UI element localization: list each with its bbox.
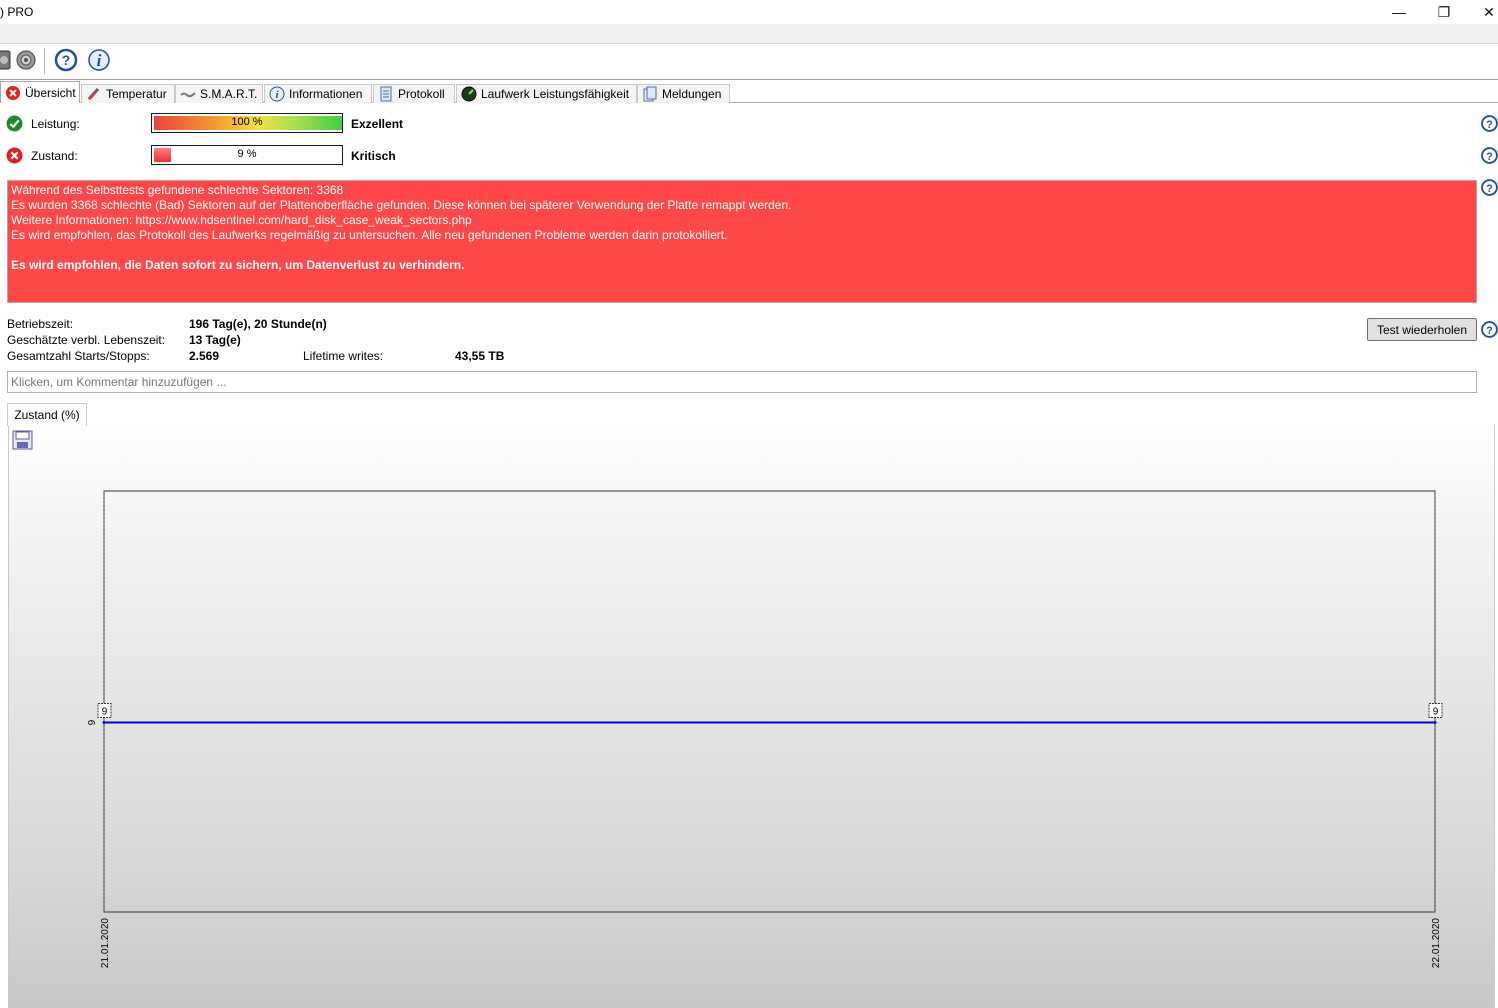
- gauge-icon: [461, 86, 477, 102]
- ok-icon: [6, 115, 23, 132]
- alert-help-icon[interactable]: ?: [1481, 179, 1498, 196]
- window-title: ) PRO: [0, 5, 34, 19]
- lifetime-writes-value: 43,55 TB: [455, 349, 505, 363]
- alert-line: Während des Selbsttests gefundene schlec…: [11, 183, 344, 197]
- restore-button[interactable]: ❐: [1421, 0, 1467, 24]
- svg-text:?: ?: [1486, 119, 1492, 131]
- error-icon: [6, 147, 23, 164]
- svg-text:?: ?: [62, 52, 71, 68]
- save-icon[interactable]: [12, 430, 33, 450]
- svg-text:?: ?: [1486, 325, 1492, 337]
- tab-health-chart[interactable]: Zustand (%): [7, 403, 87, 426]
- close-button[interactable]: ✕: [1466, 0, 1498, 24]
- toolbar: [0, 44, 1498, 80]
- speaker-icon[interactable]: [14, 48, 38, 72]
- uptime-label: Betriebszeit:: [7, 317, 74, 331]
- toolbar-separator: [44, 48, 45, 74]
- tab-drive-performance[interactable]: Laufwerk Leistungsfähigkeit: [456, 84, 637, 103]
- alert-line: Es wurden 3368 schlechte (Bad) Sektoren …: [11, 198, 792, 212]
- tab-label: Meldungen: [662, 87, 722, 101]
- chart-panel: [8, 425, 1495, 1008]
- alert-recommendation: Es wird empfohlen, die Daten sofort zu s…: [11, 258, 465, 272]
- info-icon: i: [269, 86, 285, 102]
- health-bar: 9 %: [151, 145, 343, 165]
- thermometer-icon: [87, 87, 100, 101]
- smart-icon: [180, 92, 196, 98]
- error-icon: [6, 85, 20, 100]
- health-status: Kritisch: [351, 149, 396, 163]
- uptime-value: 196 Tag(e), 20 Stunde(n): [189, 317, 327, 331]
- test-help-icon[interactable]: ?: [1481, 321, 1498, 338]
- health-help-icon[interactable]: ?: [1481, 147, 1498, 164]
- alert-line: Es wird empfohlen, das Protokoll des Lau…: [11, 228, 728, 242]
- tab-label: Temperatur: [106, 87, 167, 101]
- health-value: 9 %: [237, 148, 257, 160]
- tab-smart[interactable]: S.M.A.R.T.: [175, 84, 263, 103]
- performance-status: Exzellent: [351, 117, 404, 131]
- start-stop-label: Gesamtzahl Starts/Stopps:: [7, 349, 150, 363]
- tab-label: Übersicht: [25, 85, 76, 100]
- tab-overview[interactable]: Übersicht: [0, 81, 80, 103]
- svg-text:?: ?: [1486, 151, 1492, 163]
- minimize-button[interactable]: —: [1376, 0, 1422, 24]
- tab-label: Laufwerk Leistungsfähigkeit: [481, 87, 630, 101]
- health-label: Zustand:: [31, 149, 78, 163]
- performance-value: 100 %: [231, 116, 263, 128]
- title-bar: ) PRO — ❐ ✕: [0, 0, 1498, 24]
- performance-label: Leistung:: [31, 117, 80, 131]
- alert-box: Während des Selbsttests gefundene schlec…: [7, 180, 1477, 303]
- svg-text:?: ?: [1486, 183, 1492, 195]
- info-icon[interactable]: i: [87, 48, 111, 72]
- help-icon[interactable]: ?: [54, 48, 78, 72]
- menu-strip: [0, 24, 1498, 44]
- comment-input[interactable]: [7, 371, 1477, 393]
- tab-information[interactable]: i Informationen: [264, 84, 372, 103]
- remaining-life-label: Geschätzte verbl. Lebenszeit:: [7, 333, 166, 347]
- tab-log[interactable]: Protokoll: [373, 84, 455, 103]
- repeat-test-button[interactable]: Test wiederholen: [1367, 318, 1477, 341]
- tab-label: S.M.A.R.T.: [200, 87, 258, 101]
- messages-icon: [643, 86, 657, 102]
- lifetime-writes-label: Lifetime writes:: [303, 349, 384, 363]
- tab-temperature[interactable]: Temperatur: [81, 84, 175, 103]
- tab-label: Informationen: [289, 87, 363, 101]
- start-stop-value: 2.569: [189, 349, 220, 363]
- tab-label: Protokoll: [398, 87, 445, 101]
- svg-text:i: i: [97, 51, 102, 70]
- performance-help-icon[interactable]: ?: [1481, 115, 1498, 132]
- alert-line: Weitere Informationen: https://www.hdsen…: [11, 213, 472, 227]
- remaining-life-value: 13 Tag(e): [189, 333, 241, 347]
- tab-messages[interactable]: Meldungen: [637, 84, 730, 103]
- performance-bar: 100 %: [151, 113, 343, 133]
- document-icon: [380, 86, 392, 102]
